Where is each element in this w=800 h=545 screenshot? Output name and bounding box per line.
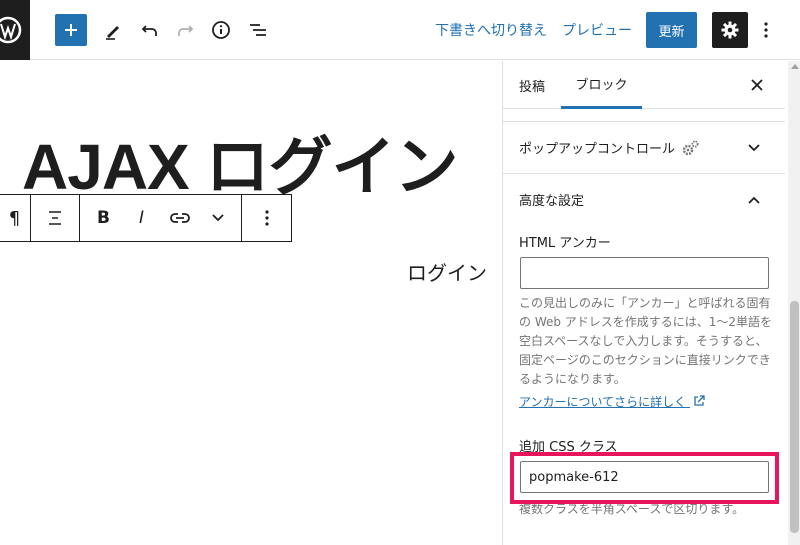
anchor-help-link-text: アンカーについてさらに詳しく: [519, 395, 687, 409]
format-group: B I: [80, 195, 242, 241]
gear-icon: [721, 21, 739, 39]
align-button[interactable]: [31, 195, 80, 241]
html-anchor-help: この見出しのみに「アンカー」と呼ばれる固有の Web アドレスを作成するには、1…: [519, 296, 773, 386]
preview-button[interactable]: プレビュー: [562, 20, 632, 40]
sidebar-scrollbar[interactable]: [788, 61, 800, 545]
block-type-button[interactable]: ¶: [0, 195, 31, 241]
close-icon: [751, 79, 763, 91]
tab-post[interactable]: 投稿: [519, 61, 545, 109]
block-options-button[interactable]: [242, 195, 291, 241]
highlight-box: [510, 452, 779, 504]
switch-to-draft-button[interactable]: 下書きへ切り替え: [435, 20, 547, 40]
chevron-down-icon: [211, 214, 224, 222]
plus-icon: [65, 24, 77, 36]
external-link-icon: [694, 395, 705, 406]
italic-icon: I: [138, 208, 144, 228]
scroll-thumb[interactable]: [790, 301, 799, 533]
pen-icon: [106, 26, 119, 40]
paragraph-icon: ¶: [8, 207, 21, 229]
info-icon: [212, 21, 230, 39]
list-view-icon: [250, 24, 266, 36]
popup-panel-title: ポップアップコントロール: [519, 138, 699, 157]
undo-button[interactable]: [135, 14, 165, 46]
redo-icon: [178, 25, 194, 36]
tools-button[interactable]: [98, 14, 128, 46]
undo-icon: [141, 25, 157, 36]
editor-canvas: AJAX ログイン ¶ B I ログイン: [0, 61, 502, 545]
options-menu-button[interactable]: [756, 14, 776, 46]
add-block-button[interactable]: [55, 14, 87, 46]
chevron-up-icon[interactable]: [746, 192, 762, 208]
link-icon: [169, 213, 190, 223]
gears-icon: [682, 140, 699, 155]
sidebar-tabs: 投稿 ブロック: [503, 61, 785, 109]
bold-button[interactable]: B: [85, 208, 123, 228]
anchor-help-link[interactable]: アンカーについてさらに詳しく: [519, 393, 705, 410]
align-center-icon: [49, 211, 61, 225]
link-button[interactable]: [161, 211, 199, 225]
bold-icon: B: [97, 208, 110, 228]
chevron-down-icon: [748, 144, 760, 152]
settings-button[interactable]: [712, 12, 748, 48]
wordpress-logo-button[interactable]: [0, 0, 30, 60]
popup-controls-panel[interactable]: ポップアップコントロール: [503, 121, 785, 174]
wordpress-icon: [0, 16, 22, 44]
advanced-panel-title[interactable]: 高度な設定: [519, 190, 584, 209]
vertical-ellipsis-icon: [764, 22, 768, 38]
html-anchor-label: HTML アンカー: [519, 236, 611, 251]
more-formats-button[interactable]: [199, 213, 237, 223]
popup-panel-title-text: ポップアップコントロール: [519, 142, 676, 157]
html-anchor-input[interactable]: [520, 257, 769, 289]
block-toolbar: ¶ B I: [0, 194, 292, 242]
list-view-button[interactable]: [243, 14, 273, 46]
paragraph-block[interactable]: ログイン: [407, 257, 487, 286]
vertical-ellipsis-icon: [264, 210, 269, 226]
update-button[interactable]: 更新: [646, 12, 697, 48]
editor-top-bar: 下書きへ切り替え プレビュー 更新: [0, 0, 800, 60]
scroll-up-arrow-icon[interactable]: [791, 64, 799, 69]
details-button[interactable]: [206, 14, 236, 46]
italic-button[interactable]: I: [123, 208, 161, 228]
tab-block[interactable]: ブロック: [561, 61, 642, 109]
close-sidebar-button[interactable]: [745, 73, 769, 97]
redo-button[interactable]: [170, 14, 200, 46]
